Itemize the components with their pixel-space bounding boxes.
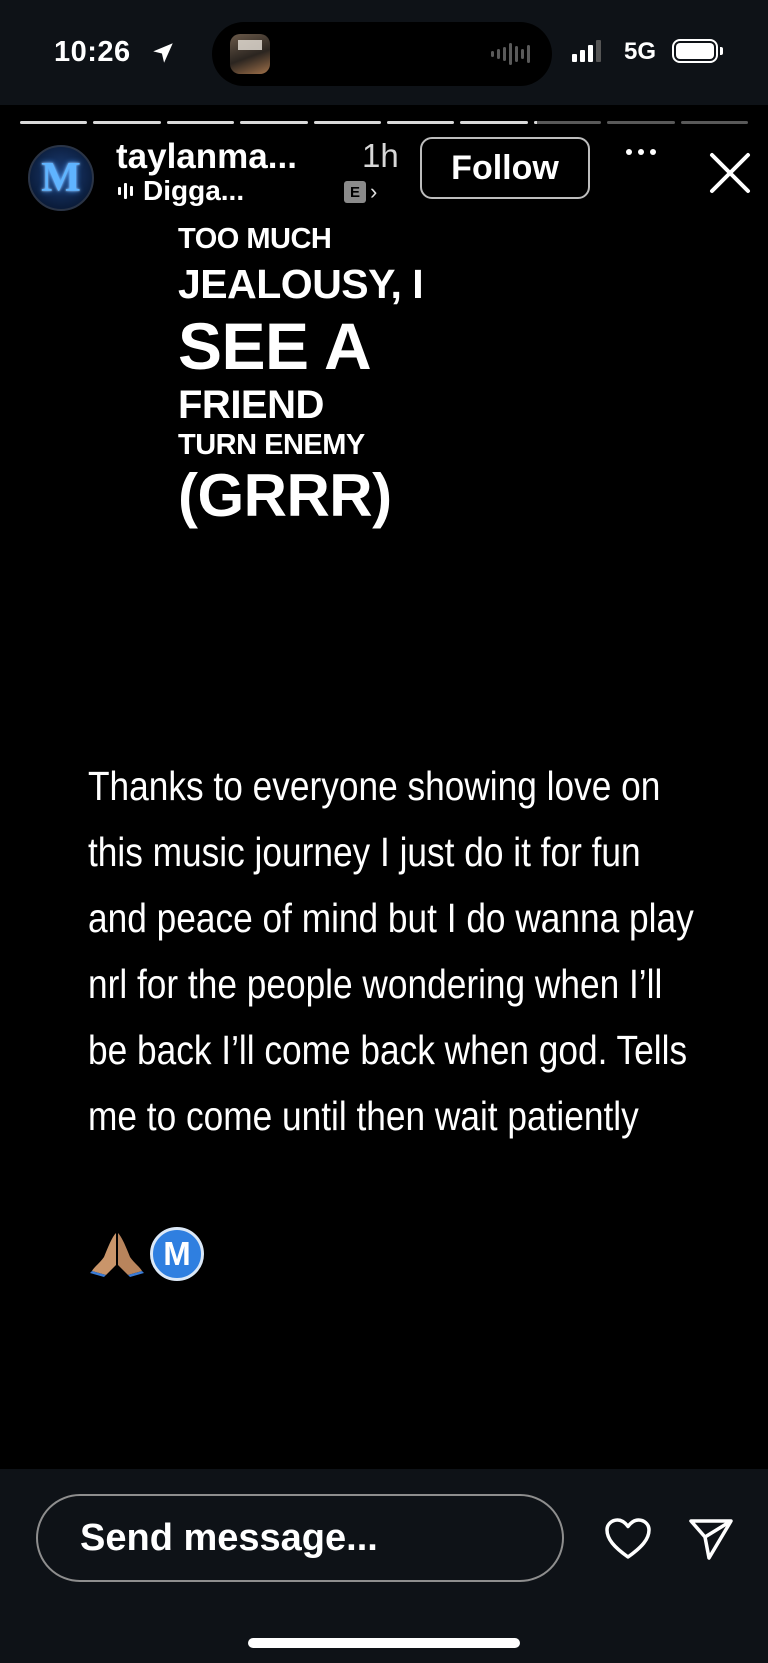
caption-line: and peace of mind but I do wanna play	[88, 895, 694, 941]
m-letter-badge: M	[150, 1227, 204, 1281]
reply-bar	[0, 1469, 768, 1663]
progress-segment	[240, 121, 308, 124]
lyric-line: TURN ENEMY	[178, 429, 365, 461]
progress-segment	[533, 121, 602, 124]
now-playing-artwork	[230, 34, 270, 74]
close-icon[interactable]	[708, 151, 752, 195]
chevron-right-icon: ›	[370, 179, 378, 204]
story-username[interactable]: taylanma...	[116, 137, 297, 177]
explicit-badge: E	[344, 181, 366, 203]
progress-segment	[313, 121, 382, 124]
progress-segment	[680, 121, 749, 124]
progress-segment	[460, 121, 528, 124]
progress-segment	[93, 121, 161, 124]
progress-segment	[387, 121, 455, 124]
network-type: 5G	[624, 38, 657, 65]
story-caption: Thanks to everyone showing love on this …	[88, 753, 742, 1149]
lyrics-sticker: TOO MUCH JEALOUSY, I SEE A FRIEND TURN E…	[178, 223, 424, 529]
caption-line: be back I’ll come back when god. Tells	[88, 1027, 688, 1073]
waveform-icon	[491, 42, 530, 66]
story-viewer[interactable]: M taylanma... 1h Digga... E › Follow TOO…	[4, 105, 764, 1469]
avatar-monogram: M	[41, 155, 81, 201]
caption-line: nrl for the people wondering when I’ll	[88, 961, 663, 1007]
lyric-line: JEALOUSY, I	[178, 261, 424, 307]
progress-segment	[607, 121, 675, 124]
caption-emojis: M	[90, 1227, 204, 1281]
lyric-line: TOO MUCH	[178, 223, 332, 255]
praying-hands-icon	[90, 1233, 144, 1277]
battery-icon	[672, 39, 723, 63]
follow-button[interactable]: Follow	[420, 137, 590, 199]
caption-line: Thanks to everyone showing love on	[88, 763, 661, 809]
story-progress-bar	[20, 121, 749, 124]
caption-line: this music journey I just do it for fun	[88, 829, 641, 875]
explicit-indicator[interactable]: E ›	[344, 179, 377, 205]
progress-segment	[20, 121, 88, 124]
lyric-line: (GRRR)	[178, 462, 392, 529]
more-options-icon[interactable]	[626, 149, 656, 155]
signal-icon	[572, 40, 601, 62]
status-bar: 10:26 5G	[0, 0, 768, 105]
avatar[interactable]: M	[28, 145, 94, 211]
lyric-line: SEE A	[178, 309, 372, 383]
location-arrow-icon	[153, 43, 173, 63]
send-message-input[interactable]	[36, 1494, 564, 1582]
status-time: 10:26	[54, 36, 131, 68]
home-indicator[interactable]	[248, 1638, 520, 1648]
lyric-line: FRIEND	[178, 383, 324, 427]
music-attribution[interactable]: Digga...	[118, 175, 244, 207]
story-time-ago: 1h	[362, 137, 399, 174]
send-icon[interactable]	[688, 1517, 734, 1561]
dynamic-island[interactable]	[212, 22, 552, 86]
heart-icon[interactable]	[604, 1517, 652, 1561]
song-title[interactable]: Digga...	[143, 175, 244, 207]
caption-line: me to come until then wait patiently	[88, 1093, 639, 1139]
progress-segment	[166, 121, 235, 124]
music-bars-icon	[118, 181, 133, 201]
